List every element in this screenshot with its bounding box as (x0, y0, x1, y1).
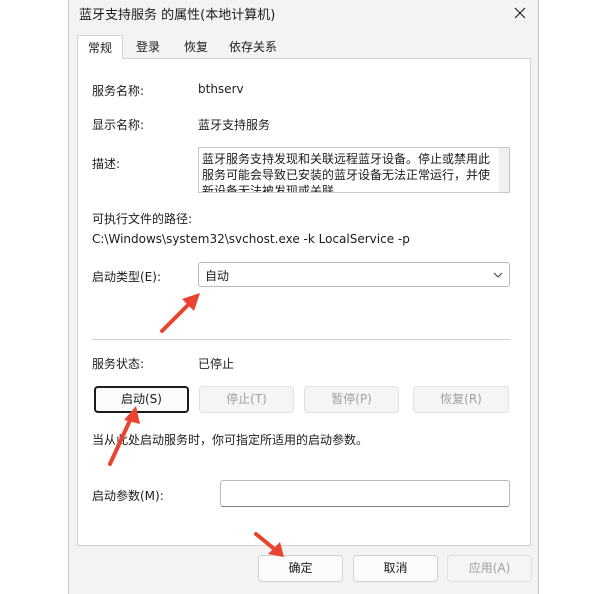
service-status-label: 服务状态: (92, 357, 145, 371)
general-panel: 服务名称: bthserv 显示名称: 蓝牙支持服务 描述: 蓝牙服务支持发现和… (77, 58, 531, 546)
background-left (0, 0, 68, 594)
display-name-value: 蓝牙支持服务 (198, 118, 271, 132)
description-label: 描述: (92, 157, 121, 171)
description-box[interactable]: 蓝牙服务支持发现和关联远程蓝牙设备。停止或禁用此服务可能会导致已安装的蓝牙设备无… (198, 147, 510, 193)
service-name-label: 服务名称: (92, 84, 145, 98)
service-status-value: 已停止 (198, 357, 235, 371)
chevron-down-icon (493, 272, 503, 278)
annotation-arrow-ok-button (254, 532, 284, 557)
cancel-button[interactable]: 取消 (353, 555, 438, 582)
title-bar: 蓝牙支持服务 的属性(本地计算机) (69, 0, 538, 28)
startup-type-value: 自动 (205, 269, 230, 283)
service-name-value: bthserv (198, 82, 244, 96)
annotation-arrow-start-button (108, 406, 140, 466)
description-scrollbar[interactable] (499, 148, 509, 192)
stop-button[interactable]: 停止(T) (199, 386, 294, 413)
tab-logon[interactable]: 登录 (125, 37, 171, 58)
description-text: 蓝牙服务支持发现和关联远程蓝牙设备。停止或禁用此服务可能会导致已安装的蓝牙设备无… (202, 152, 491, 193)
section-divider (92, 339, 510, 340)
display-name-label: 显示名称: (92, 118, 145, 132)
tab-general[interactable]: 常规 (77, 35, 123, 59)
annotation-arrow-startup-type (160, 293, 200, 333)
tab-dependencies[interactable]: 依存关系 (221, 37, 285, 58)
close-button[interactable] (506, 1, 534, 25)
startup-type-label: 启动类型(E): (92, 270, 161, 284)
window-title: 蓝牙支持服务 的属性(本地计算机) (79, 8, 276, 23)
apply-button[interactable]: 应用(A) (447, 555, 532, 582)
startup-type-select[interactable]: 自动 (198, 262, 510, 287)
exe-path-value: C:\Windows\system32\svchost.exe -k Local… (92, 232, 410, 246)
tab-recovery[interactable]: 恢复 (173, 37, 219, 58)
start-params-input[interactable] (220, 480, 510, 507)
exe-path-label: 可执行文件的路径: (92, 212, 193, 226)
service-properties-dialog: 蓝牙支持服务 的属性(本地计算机) 常规 登录 恢复 依存关系 服务名称: bt… (68, 0, 539, 594)
start-params-label: 启动参数(M): (92, 489, 164, 503)
pause-button[interactable]: 暂停(P) (304, 386, 399, 413)
ok-button[interactable]: 确定 (258, 555, 343, 582)
close-icon (514, 7, 526, 19)
background-right (540, 0, 600, 594)
resume-button[interactable]: 恢复(R) (413, 386, 509, 413)
